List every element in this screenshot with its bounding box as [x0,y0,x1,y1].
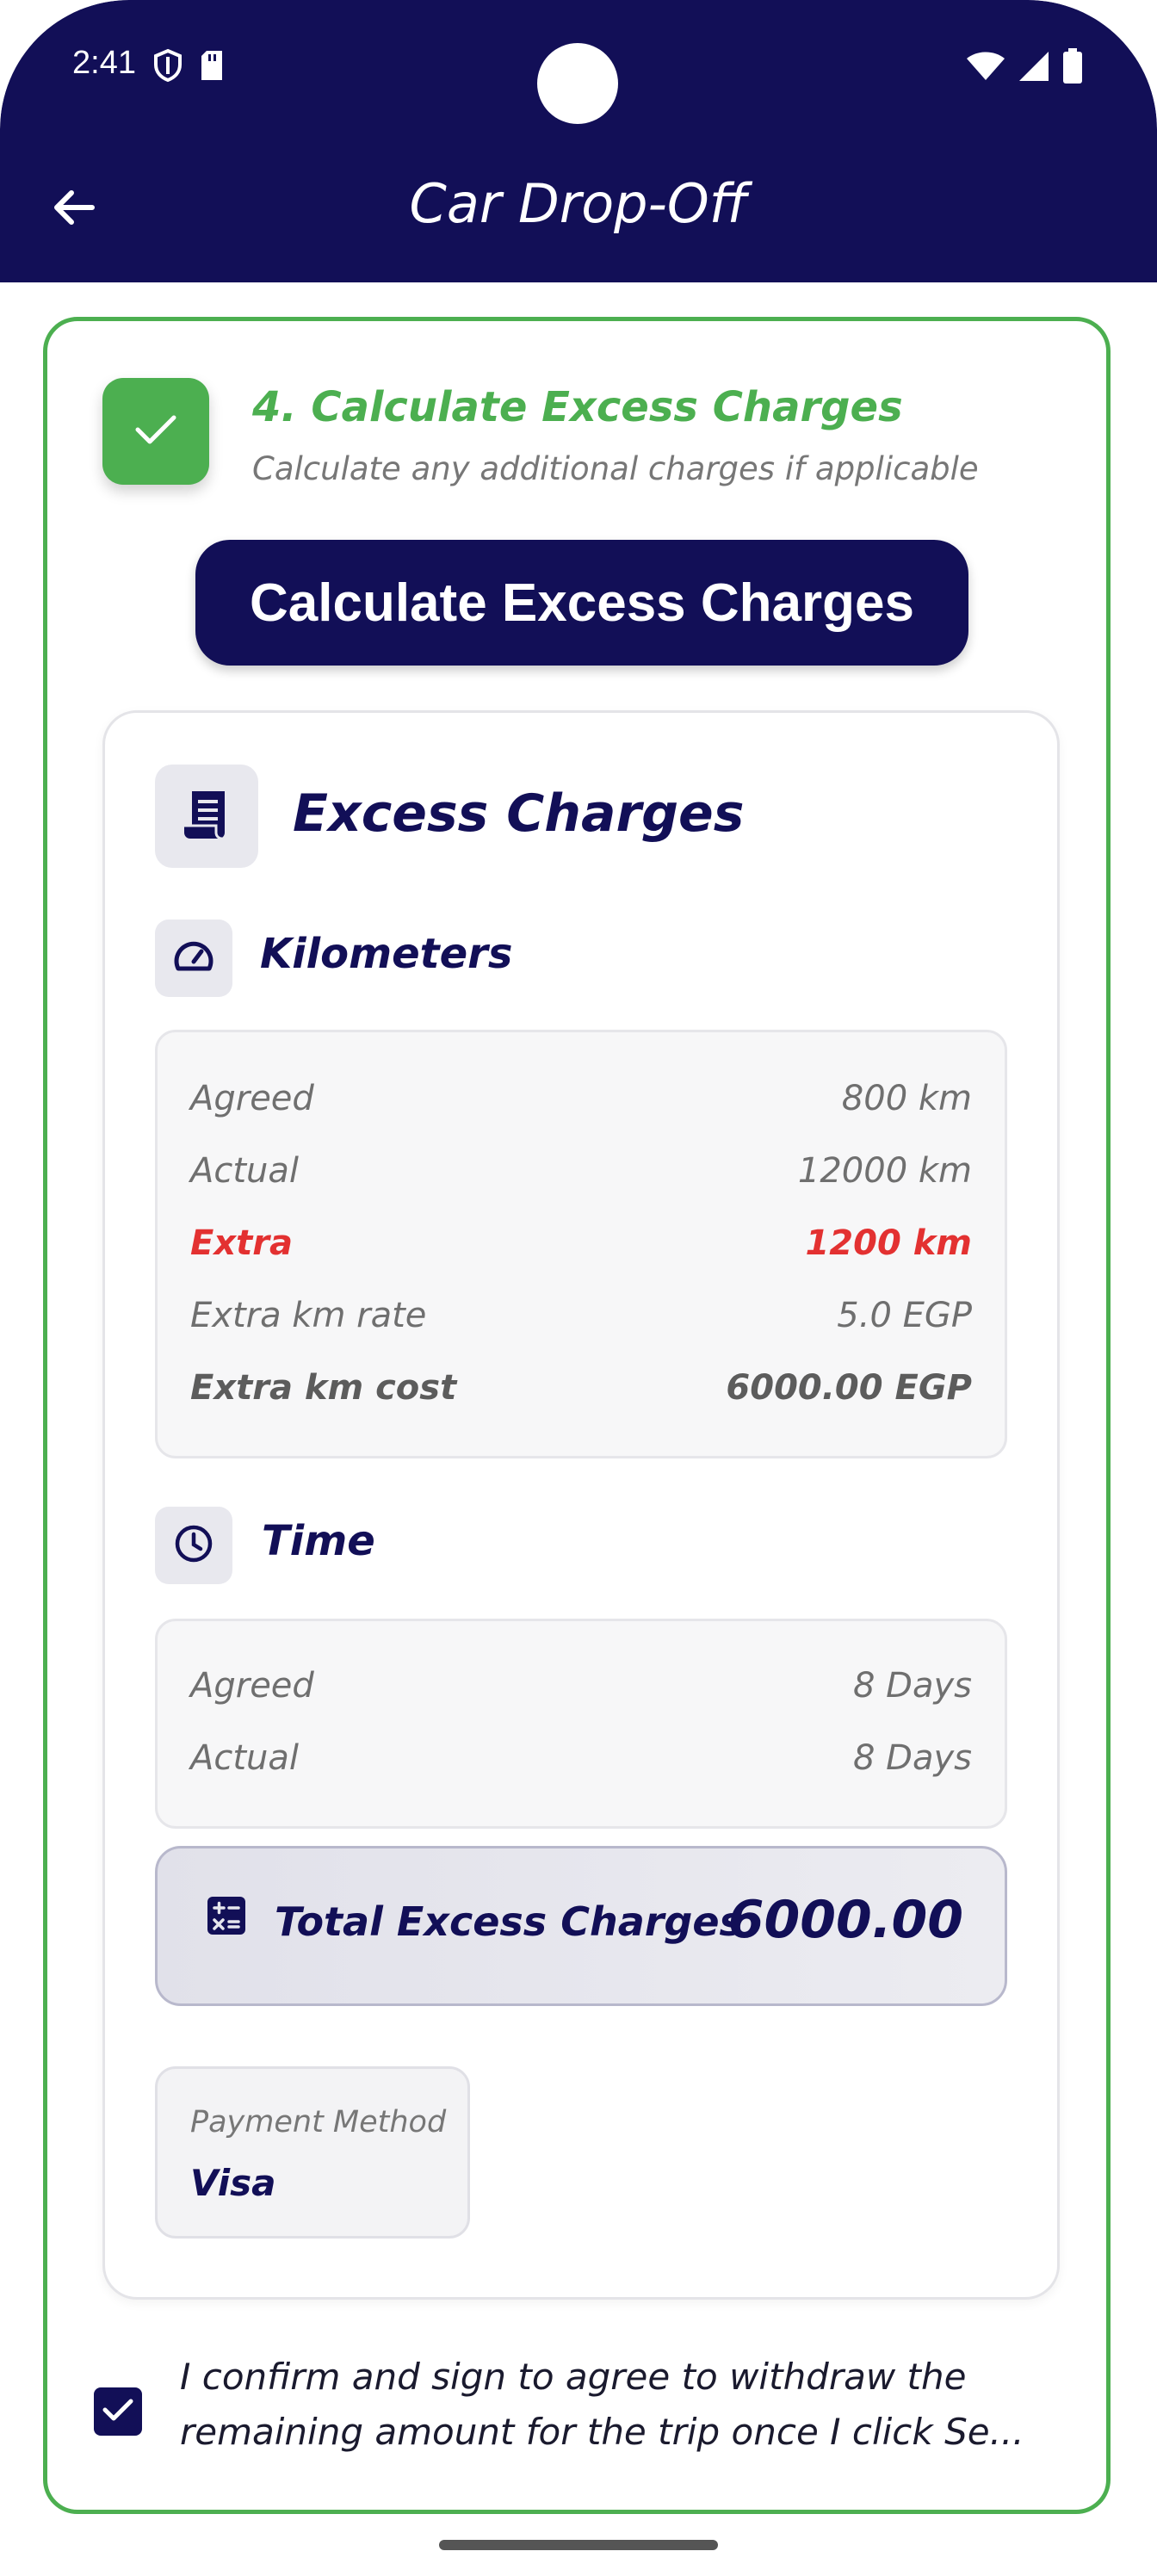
status-time: 2:41 [72,45,136,81]
step-subtitle: Calculate any additional charges if appl… [252,450,979,487]
step-card: 4. Calculate Excess Charges Calculate an… [43,317,1111,2514]
time-row-actual: Actual 8 Days [190,1738,972,1778]
km-extra-value: 1200 km [805,1223,972,1263]
speedometer-icon [173,939,214,977]
time-agreed-value: 8 Days [853,1666,972,1706]
receipt-icon-box [155,765,258,868]
excess-charges-card: Excess Charges Kilometers Agreed 800 km … [102,710,1060,2300]
home-indicator[interactable] [439,2540,718,2550]
phone-screen: 2:41 Car Drop-Off 4. Calculate Excess Ch… [0,0,1157,2576]
speedometer-icon-box [155,920,232,997]
shield-icon [153,48,183,86]
km-actual-label: Actual [190,1151,300,1191]
km-row-agreed: Agreed 800 km [190,1079,972,1118]
km-agreed-value: 800 km [841,1079,972,1118]
step-complete-badge [102,378,209,485]
km-row-cost: Extra km cost 6000.00 EGP [190,1368,972,1408]
km-actual-value: 12000 km [797,1151,972,1191]
checkmark-icon [102,2397,134,2426]
km-rate-label: Extra km rate [190,1296,427,1335]
confirmation-row: I confirm and sign to agree to withdraw … [94,2350,1041,2479]
time-row-agreed: Agreed 8 Days [190,1666,972,1706]
km-extra-label: Extra [190,1223,293,1263]
signal-icon [1018,50,1050,86]
time-details: Agreed 8 Days Actual 8 Days [155,1619,1007,1829]
step-title: 4. Calculate Excess Charges [252,383,903,431]
kilometers-title: Kilometers [260,930,513,978]
clock-icon-box [155,1507,232,1584]
calculate-excess-charges-button[interactable]: Calculate Excess Charges [195,540,968,666]
app-header: 2:41 Car Drop-Off [0,0,1157,282]
status-icons-right [966,48,1083,88]
km-cost-label: Extra km cost [190,1368,457,1408]
total-label: Total Excess Charges [275,1898,743,1945]
status-icons-left [153,48,226,86]
total-value: 6000.00 [727,1890,963,1950]
page-title: Car Drop-Off [409,172,748,235]
payment-method-box: Payment Method Visa [155,2066,470,2239]
clock-icon [174,1524,213,1567]
battery-icon [1062,48,1083,88]
time-actual-value: 8 Days [853,1738,972,1778]
time-title: Time [262,1517,375,1565]
confirm-checkbox[interactable] [94,2387,142,2436]
payment-method-label: Payment Method [190,2105,447,2139]
km-agreed-label: Agreed [190,1079,314,1118]
time-agreed-label: Agreed [190,1666,314,1706]
time-actual-label: Actual [190,1738,300,1778]
km-cost-value: 6000.00 EGP [726,1368,972,1408]
checkmark-icon [133,412,178,450]
km-row-extra: Extra 1200 km [190,1223,972,1263]
sd-card-icon [198,49,226,85]
payment-method-value: Visa [190,2162,276,2204]
excess-charges-title: Excess Charges [293,783,745,844]
calculator-icon [206,1895,247,1940]
km-row-actual: Actual 12000 km [190,1151,972,1191]
wifi-icon [966,51,1005,85]
confirm-text-line2: remaining amount for the trip once I cli… [180,2411,1024,2453]
kilometers-details: Agreed 800 km Actual 12000 km Extra 1200… [155,1030,1007,1458]
confirm-text-line1: I confirm and sign to agree to withdraw … [180,2356,967,2398]
front-camera [537,43,618,124]
confirm-text: I confirm and sign to agree to withdraw … [180,2350,1049,2460]
km-row-rate: Extra km rate 5.0 EGP [190,1296,972,1335]
km-rate-value: 5.0 EGP [837,1296,972,1335]
total-excess-charges: Total Excess Charges 6000.00 [155,1846,1007,2006]
receipt-icon [182,788,232,845]
